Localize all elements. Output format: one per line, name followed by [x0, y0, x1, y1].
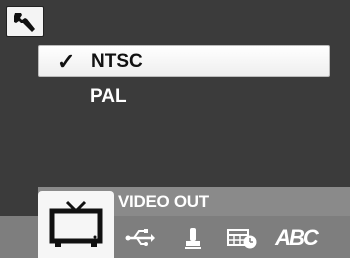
stamp-icon [185, 228, 201, 249]
tab-stamp[interactable] [180, 222, 206, 254]
video-out-menu: ✓ NTSC PAL [38, 45, 330, 113]
tab-language[interactable]: ABC [274, 222, 319, 254]
checkmark-icon: ✓ [57, 49, 76, 74]
tab-video-out[interactable] [38, 191, 114, 258]
wrench-icon [14, 12, 35, 32]
setting-title: VIDEO OUT [118, 192, 209, 211]
option-ntsc[interactable]: ✓ NTSC [38, 45, 330, 77]
tab-date-time[interactable] [224, 222, 260, 254]
tab-usb[interactable] [122, 222, 158, 254]
setup-mode-indicator [6, 6, 44, 37]
option-pal[interactable]: PAL [38, 81, 330, 113]
settings-screen: ✓ NTSC PAL VIDEO OUT ABC [0, 0, 350, 258]
option-label: NTSC [91, 51, 143, 72]
option-label: PAL [90, 86, 127, 107]
abc-icon: ABC [275, 225, 319, 250]
tv-icon [49, 200, 103, 247]
calendar-clock-icon [227, 229, 257, 249]
usb-icon [125, 229, 155, 246]
